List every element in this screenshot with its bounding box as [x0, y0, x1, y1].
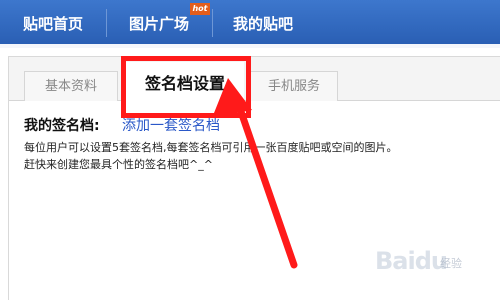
baidu-watermark: Baidu	[375, 247, 448, 275]
arrow-shaft	[234, 99, 298, 269]
arrow-head	[212, 78, 252, 118]
watermark-subtitle: 经验	[440, 257, 462, 270]
